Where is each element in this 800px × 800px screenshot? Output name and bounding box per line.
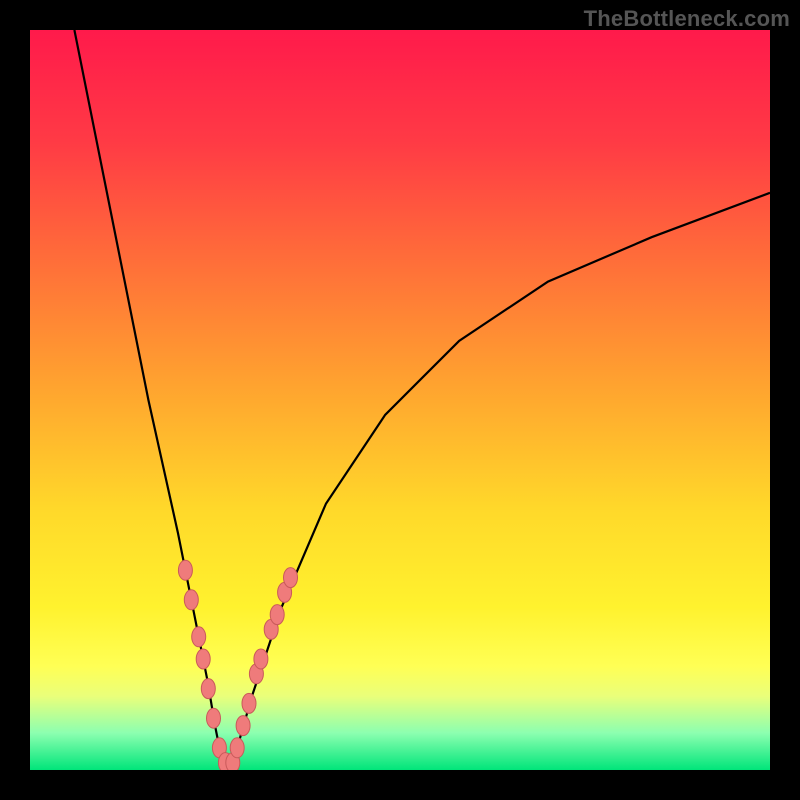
curve-marker <box>284 568 298 588</box>
curve-marker <box>236 716 250 736</box>
chart-frame: TheBottleneck.com <box>0 0 800 800</box>
curve-svg <box>30 30 770 770</box>
curve-marker <box>270 605 284 625</box>
curve-marker <box>230 738 244 758</box>
curve-marker <box>254 649 268 669</box>
curve-marker <box>196 649 210 669</box>
plot-area <box>30 30 770 770</box>
bottleneck-curve <box>74 30 770 763</box>
curve-marker <box>192 627 206 647</box>
curve-marker <box>242 693 256 713</box>
curve-marker <box>178 560 192 580</box>
watermark-text: TheBottleneck.com <box>584 6 790 32</box>
curve-marker <box>207 708 221 728</box>
curve-marker <box>184 590 198 610</box>
curve-marker <box>201 679 215 699</box>
marker-group <box>178 560 297 770</box>
